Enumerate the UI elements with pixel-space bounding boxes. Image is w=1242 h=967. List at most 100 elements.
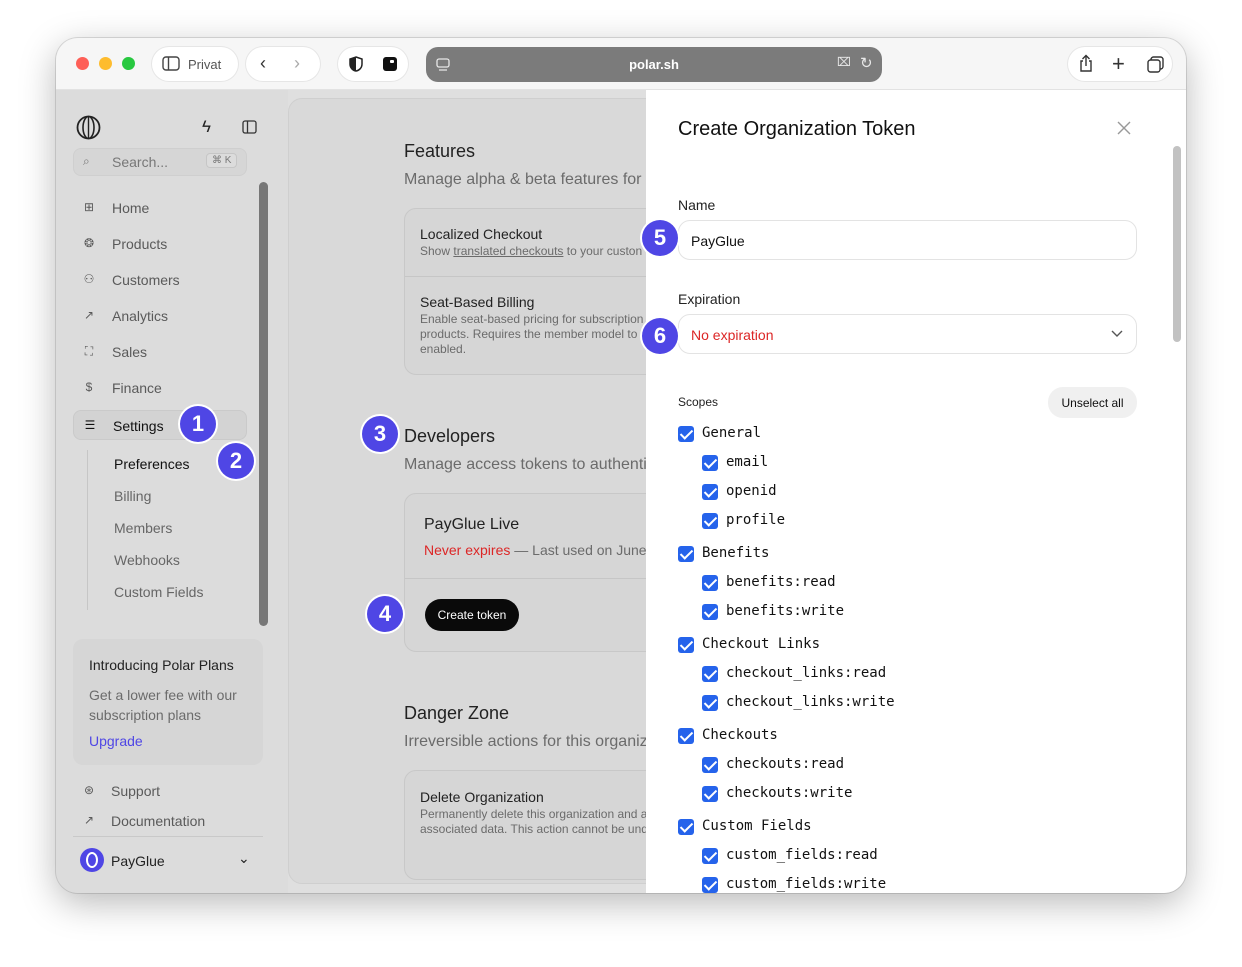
create-token-button[interactable]: Create token <box>425 599 519 631</box>
sidebar-toggle-icon <box>162 56 180 71</box>
translated-checkouts-link[interactable]: translated checkouts <box>453 244 563 258</box>
scope-item[interactable]: email <box>646 454 1166 475</box>
profile-chip[interactable]: Privat <box>152 47 238 81</box>
checkbox[interactable] <box>702 877 718 893</box>
tab-overview-icon[interactable] <box>1147 56 1164 73</box>
sidebar-item-products[interactable]: ❂ Products <box>73 229 247 259</box>
scope-label: profile <box>726 512 786 528</box>
sidebar-subitem-billing[interactable]: Billing <box>114 488 151 504</box>
back-icon[interactable]: ‹ <box>260 53 266 74</box>
feature-description: Show translated checkouts to your custon <box>420 244 643 258</box>
browser-window: Privat ‹ › polar.sh ⌧ ↻ + ϟ ⌕ Search... … <box>56 38 1186 893</box>
scope-item[interactable]: benefits:write <box>646 603 1166 624</box>
chevron-down-icon <box>1111 330 1123 337</box>
checkbox[interactable] <box>678 819 694 835</box>
checkbox[interactable] <box>702 757 718 773</box>
support-link[interactable]: ⊛ Support <box>73 776 247 806</box>
search-placeholder: Search... <box>112 154 169 170</box>
step-badge-2: 2 <box>218 443 254 479</box>
scope-group[interactable]: Custom Fields <box>646 818 1166 839</box>
checkbox[interactable] <box>678 728 694 744</box>
create-token-drawer: Create Organization Token Name PayGlue E… <box>646 90 1186 893</box>
sidebar-item-analytics[interactable]: ↗ Analytics <box>73 301 247 331</box>
scope-item[interactable]: checkout_links:write <box>646 694 1166 715</box>
scope-group[interactable]: Checkouts <box>646 727 1166 748</box>
scope-item[interactable]: checkouts:read <box>646 756 1166 777</box>
window-actions: + <box>1068 47 1172 81</box>
lightning-icon[interactable]: ϟ <box>202 117 211 137</box>
sidebar-item-customers[interactable]: ⚇ Customers <box>73 265 247 295</box>
documentation-label: Documentation <box>111 813 206 829</box>
browser-toolbar: Privat ‹ › polar.sh ⌧ ↻ + <box>56 38 1186 90</box>
scope-item[interactable]: openid <box>646 483 1166 504</box>
scope-group[interactable]: Checkout Links <box>646 636 1166 657</box>
developers-title: Developers <box>404 426 496 446</box>
address-bar[interactable]: polar.sh ⌧ ↻ <box>426 47 882 82</box>
scope-label: benefits:read <box>726 574 836 590</box>
org-switcher[interactable]: PayGlue ⌄ <box>73 846 263 876</box>
checkbox[interactable] <box>702 786 718 802</box>
checkbox[interactable] <box>702 484 718 500</box>
sidebar-subitem-webhooks[interactable]: Webhooks <box>114 552 180 568</box>
translate-icon[interactable]: ⌧ <box>837 55 851 69</box>
sidebar-item-settings[interactable]: ☰ Settings <box>73 410 247 440</box>
token-name-input[interactable]: PayGlue <box>678 220 1137 260</box>
checkbox[interactable] <box>702 848 718 864</box>
app-area: ϟ ⌕ Search... ⌘ K ⊞ Home ❂ Products ⚇ Cu… <box>56 90 1186 893</box>
sidebar-subitem-members[interactable]: Members <box>114 520 172 536</box>
step-badge-1: 1 <box>180 406 216 442</box>
share-icon[interactable] <box>1078 54 1094 73</box>
extension-icon[interactable] <box>382 56 398 72</box>
checkbox[interactable] <box>702 695 718 711</box>
drawer-title: Create Organization Token <box>678 118 916 140</box>
expiration-select[interactable]: No expiration <box>678 314 1137 354</box>
sidebar-item-finance[interactable]: $ Finance <box>73 373 247 403</box>
scope-label: checkouts:write <box>726 785 853 801</box>
sidebar-item-sales[interactable]: ⛶ Sales <box>73 337 247 367</box>
checkbox[interactable] <box>702 455 718 471</box>
search-icon: ⌕ <box>83 154 90 168</box>
sidebar: ϟ ⌕ Search... ⌘ K ⊞ Home ❂ Products ⚇ Cu… <box>56 90 288 893</box>
forward-icon[interactable]: › <box>294 53 300 74</box>
checkbox[interactable] <box>678 546 694 562</box>
upgrade-link[interactable]: Upgrade <box>89 733 143 749</box>
close-icon[interactable] <box>1117 121 1131 135</box>
polar-logo-icon[interactable] <box>76 115 101 140</box>
scope-label: custom_fields:read <box>726 847 878 863</box>
collapse-sidebar-icon[interactable] <box>242 120 257 134</box>
shield-icon[interactable] <box>348 56 364 72</box>
scope-group[interactable]: Benefits <box>646 545 1166 566</box>
scope-item[interactable]: checkout_links:read <box>646 665 1166 686</box>
unselect-all-button[interactable]: Unselect all <box>1048 387 1137 418</box>
minimize-window-button[interactable] <box>99 57 112 70</box>
checkbox[interactable] <box>678 637 694 653</box>
new-tab-icon[interactable]: + <box>1112 51 1125 77</box>
sidebar-item-home[interactable]: ⊞ Home <box>73 193 247 223</box>
checkbox[interactable] <box>702 604 718 620</box>
scope-group[interactable]: General <box>646 425 1166 446</box>
sidebar-scrollbar[interactable] <box>259 182 268 626</box>
step-badge-5: 5 <box>642 220 678 256</box>
sidebar-subitem-custom-fields[interactable]: Custom Fields <box>114 584 203 600</box>
finance-icon: $ <box>85 380 93 394</box>
reload-icon[interactable]: ↻ <box>860 54 873 72</box>
scope-item[interactable]: benefits:read <box>646 574 1166 595</box>
scope-item[interactable]: custom_fields:write <box>646 876 1166 893</box>
documentation-link[interactable]: ↗ Documentation <box>73 806 247 836</box>
search-input[interactable]: ⌕ Search... ⌘ K <box>73 148 247 176</box>
zoom-window-button[interactable] <box>122 57 135 70</box>
developers-subtitle: Manage access tokens to authenti <box>404 456 647 473</box>
promo-body: Get a lower fee with our subscription pl… <box>89 687 237 723</box>
sidebar-item-label: Products <box>112 236 168 252</box>
close-window-button[interactable] <box>76 57 89 70</box>
checkbox[interactable] <box>678 426 694 442</box>
checkbox[interactable] <box>702 666 718 682</box>
checkbox[interactable] <box>702 575 718 591</box>
scope-item[interactable]: profile <box>646 512 1166 533</box>
scope-item[interactable]: checkouts:write <box>646 785 1166 806</box>
sidebar-subitem-preferences[interactable]: Preferences <box>114 456 189 472</box>
scope-label: checkouts:read <box>726 756 845 772</box>
scope-item[interactable]: custom_fields:read <box>646 847 1166 868</box>
drawer-scrollbar[interactable] <box>1173 146 1181 342</box>
checkbox[interactable] <box>702 513 718 529</box>
